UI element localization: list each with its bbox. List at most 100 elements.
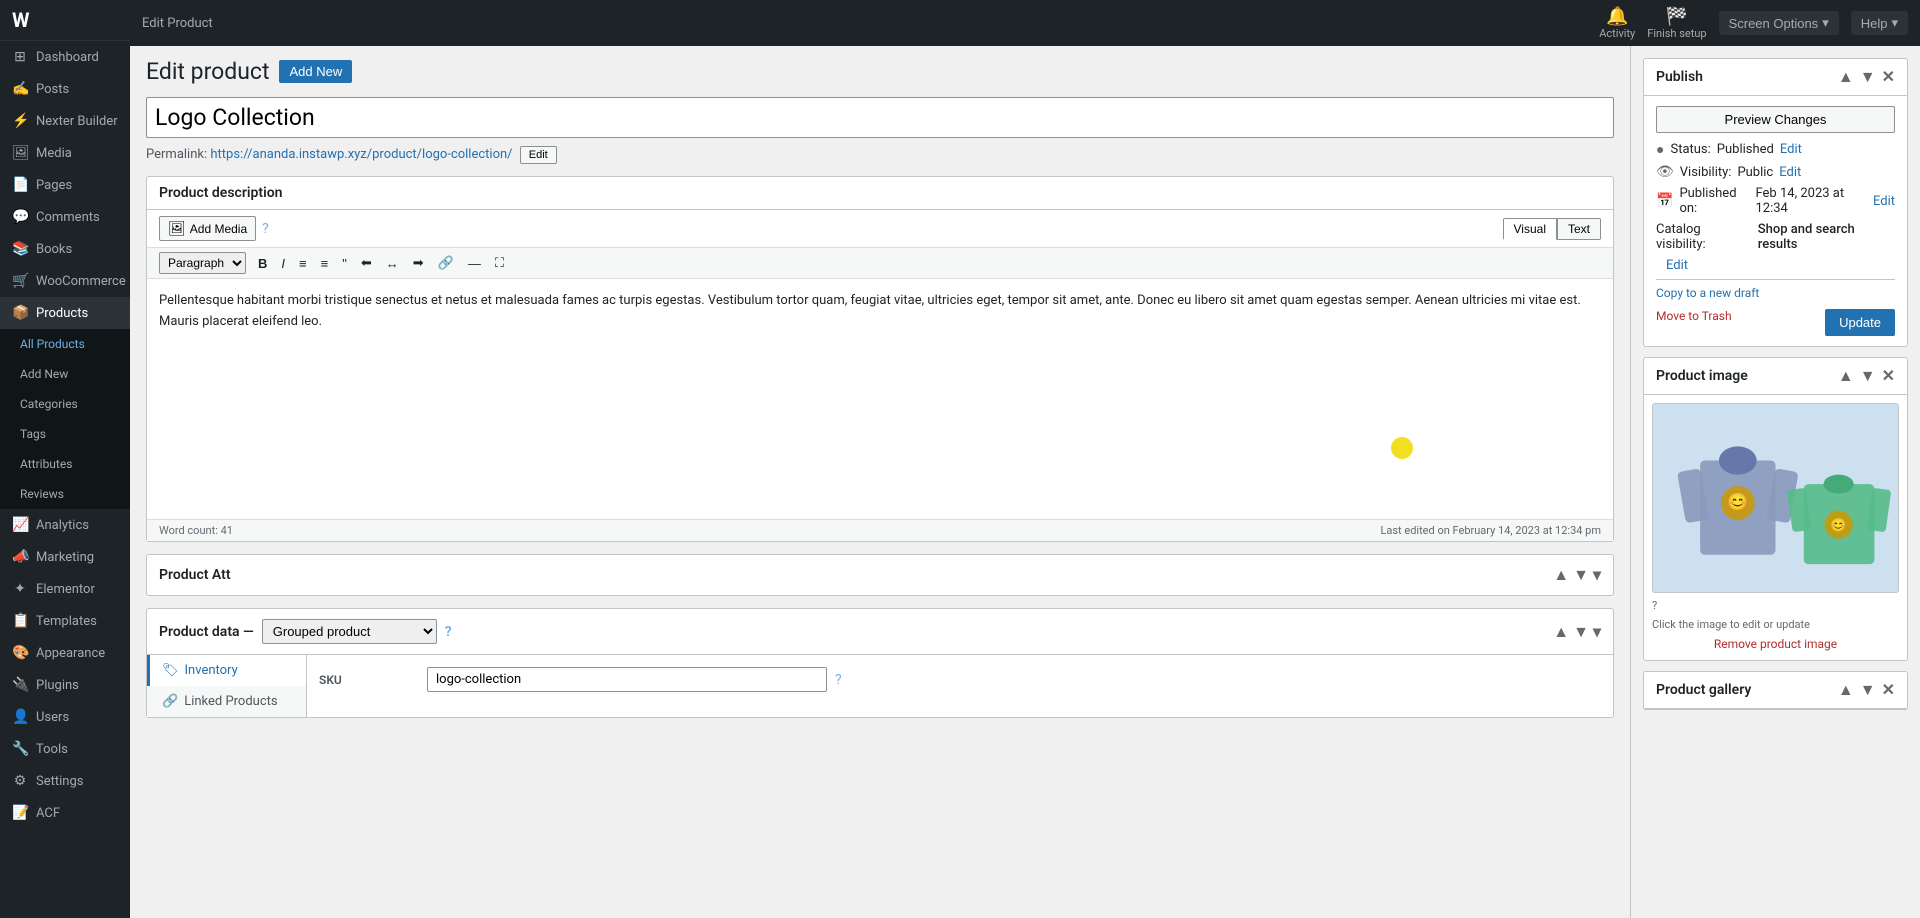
move-trash-link[interactable]: Move to Trash	[1656, 309, 1732, 323]
sku-input[interactable]	[427, 667, 827, 692]
sidebar-item-users[interactable]: 👤 Users	[0, 701, 130, 733]
toggle-icon[interactable]: ✕	[1882, 366, 1895, 386]
sidebar-sub-tags[interactable]: Tags	[0, 419, 130, 449]
align-left-button[interactable]: ⬅	[355, 252, 378, 274]
sidebar-item-media[interactable]: 🖼 Media	[0, 137, 130, 169]
product-data-content: SKU ?	[307, 655, 1613, 717]
horizontal-line-button[interactable]: —	[462, 253, 487, 274]
sidebar-item-products[interactable]: 📦 Products	[0, 297, 130, 329]
status-value: Published	[1717, 142, 1774, 157]
move-down-icon[interactable]: ▼	[1573, 622, 1589, 642]
activity-button[interactable]: 🔔 Activity	[1599, 6, 1635, 40]
align-center-button[interactable]: ↔	[380, 253, 405, 274]
collapse-up-icon[interactable]: ▲	[1838, 67, 1854, 87]
sidebar-item-plugins[interactable]: 🔌 Plugins	[0, 669, 130, 701]
sidebar-sub-reviews[interactable]: Reviews	[0, 479, 130, 509]
add-new-button[interactable]: Add New	[279, 60, 352, 83]
move-up-icon[interactable]: ▲	[1553, 565, 1569, 585]
inventory-tab[interactable]: 🏷 Inventory	[147, 655, 306, 686]
gallery-panel-actions: ▲ ▼ ✕	[1838, 680, 1895, 700]
finish-setup-button[interactable]: 🏁 Finish setup	[1647, 6, 1706, 40]
description-title: Product description	[159, 185, 282, 201]
move-down-icon[interactable]: ▼	[1573, 565, 1589, 585]
sidebar-item-label: Pages	[36, 178, 72, 193]
collapse-down-icon[interactable]: ▼	[1860, 366, 1876, 386]
blockquote-button[interactable]: "	[336, 253, 353, 274]
collapse-down-icon[interactable]: ▼	[1860, 680, 1876, 700]
help-icon[interactable]: ?	[262, 221, 269, 237]
sidebar-item-marketing[interactable]: 📣 Marketing	[0, 541, 130, 573]
editor-footer: Word count: 41 Last edited on February 1…	[147, 519, 1613, 541]
linked-products-tab[interactable]: 🔗 Linked Products	[147, 686, 306, 717]
sidebar-sub-attributes[interactable]: Attributes	[0, 449, 130, 479]
sidebar-item-posts[interactable]: ✍ Posts	[0, 73, 130, 105]
bold-button[interactable]: B	[252, 253, 273, 274]
sidebar-item-label: Products	[36, 306, 88, 321]
italic-button[interactable]: I	[275, 253, 291, 274]
paragraph-select[interactable]: Paragraph	[159, 252, 246, 274]
unordered-list-button[interactable]: ≡	[293, 253, 313, 274]
editor-content[interactable]: Pellentesque habitant morbi tristique se…	[147, 279, 1613, 519]
sidebar-item-elementor[interactable]: ✦ Elementor	[0, 573, 130, 605]
sku-help-icon[interactable]: ?	[835, 672, 842, 688]
status-edit-link[interactable]: Edit	[1780, 142, 1802, 157]
published-on-edit-link[interactable]: Edit	[1873, 194, 1895, 209]
collapse-up-icon[interactable]: ▲	[1838, 366, 1854, 386]
sidebar-sub-all-products[interactable]: All Products	[0, 329, 130, 359]
visual-tab[interactable]: Visual	[1503, 218, 1557, 240]
permalink-edit-button[interactable]: Edit	[520, 146, 557, 164]
sidebar-item-books[interactable]: 📚 Books	[0, 233, 130, 265]
update-button[interactable]: Update	[1825, 309, 1895, 336]
sidebar-sub-categories[interactable]: Categories	[0, 389, 130, 419]
visibility-icon: 👁	[1656, 164, 1674, 180]
link-button[interactable]: 🔗	[432, 252, 460, 274]
catalog-row: Catalog visibility: Shop and search resu…	[1656, 222, 1895, 252]
sidebar-item-pages[interactable]: 📄 Pages	[0, 169, 130, 201]
toggle-icon[interactable]: ✕	[1882, 67, 1895, 87]
sidebar-item-settings[interactable]: ⚙ Settings	[0, 765, 130, 797]
product-data-help-icon[interactable]: ?	[445, 624, 452, 640]
add-media-button[interactable]: 🖼 Add Media	[159, 216, 256, 241]
preview-changes-button[interactable]: Preview Changes	[1656, 106, 1895, 133]
sidebar-item-acf[interactable]: 📝 ACF	[0, 797, 130, 829]
sidebar-item-templates[interactable]: 📋 Templates	[0, 605, 130, 637]
product-att-header[interactable]: Product Att ▲ ▼ ▾	[147, 555, 1613, 595]
product-data-tabs: 🏷 Inventory 🔗 Linked Products	[147, 655, 307, 717]
sidebar-item-dashboard[interactable]: ⊞ Dashboard	[0, 41, 130, 73]
fullscreen-button[interactable]: ⛶	[489, 252, 510, 274]
publish-actions: Move to Trash Update	[1656, 309, 1895, 336]
visibility-label: Visibility:	[1680, 165, 1732, 180]
sidebar-item-woocommerce[interactable]: 🛒 WooCommerce	[0, 265, 130, 297]
visibility-edit-link[interactable]: Edit	[1779, 165, 1801, 180]
align-right-button[interactable]: ➡	[407, 252, 430, 274]
sidebar-item-appearance[interactable]: 🎨 Appearance	[0, 637, 130, 669]
sidebar-item-analytics[interactable]: 📈 Analytics	[0, 509, 130, 541]
screen-options-button[interactable]: Screen Options ▾	[1719, 11, 1839, 35]
product-image-preview[interactable]: 😊 😊	[1652, 403, 1899, 593]
copy-draft-link[interactable]: Copy to a new draft	[1656, 286, 1759, 300]
sidebar-sub-add-new[interactable]: Add New	[0, 359, 130, 389]
remove-image-link[interactable]: Remove product image	[1714, 637, 1837, 651]
toggle-icon[interactable]: ✕	[1882, 680, 1895, 700]
permalink-url[interactable]: https://ananda.instawp.xyz/product/logo-…	[210, 147, 512, 162]
word-count: Word count: 41	[159, 524, 233, 537]
toggle-icon[interactable]: ▾	[1593, 565, 1601, 585]
product-title-input[interactable]	[146, 97, 1614, 138]
collapse-up-icon[interactable]: ▲	[1838, 680, 1854, 700]
ordered-list-button[interactable]: ≡	[315, 253, 335, 274]
help-button[interactable]: Help ▾	[1851, 11, 1908, 35]
sidebar-item-tools[interactable]: 🔧 Tools	[0, 733, 130, 765]
dashboard-icon: ⊞	[12, 49, 28, 65]
catalog-edit-link[interactable]: Edit	[1666, 258, 1688, 273]
visual-text-tabs: Visual Text	[1503, 218, 1601, 240]
sidebar-item-label: Posts	[36, 82, 69, 97]
sidebar-item-label: ACF	[36, 806, 60, 821]
sidebar-item-comments[interactable]: 💬 Comments	[0, 201, 130, 233]
toggle-icon[interactable]: ▾	[1593, 622, 1601, 642]
product-type-select[interactable]: Simple productGrouped productExternal/Af…	[262, 619, 437, 644]
collapse-down-icon[interactable]: ▼	[1860, 67, 1876, 87]
sidebar-logo[interactable]: W	[0, 0, 130, 41]
sidebar-item-nexter[interactable]: ⚡ Nexter Builder	[0, 105, 130, 137]
text-tab[interactable]: Text	[1557, 218, 1601, 240]
move-up-icon[interactable]: ▲	[1553, 622, 1569, 642]
